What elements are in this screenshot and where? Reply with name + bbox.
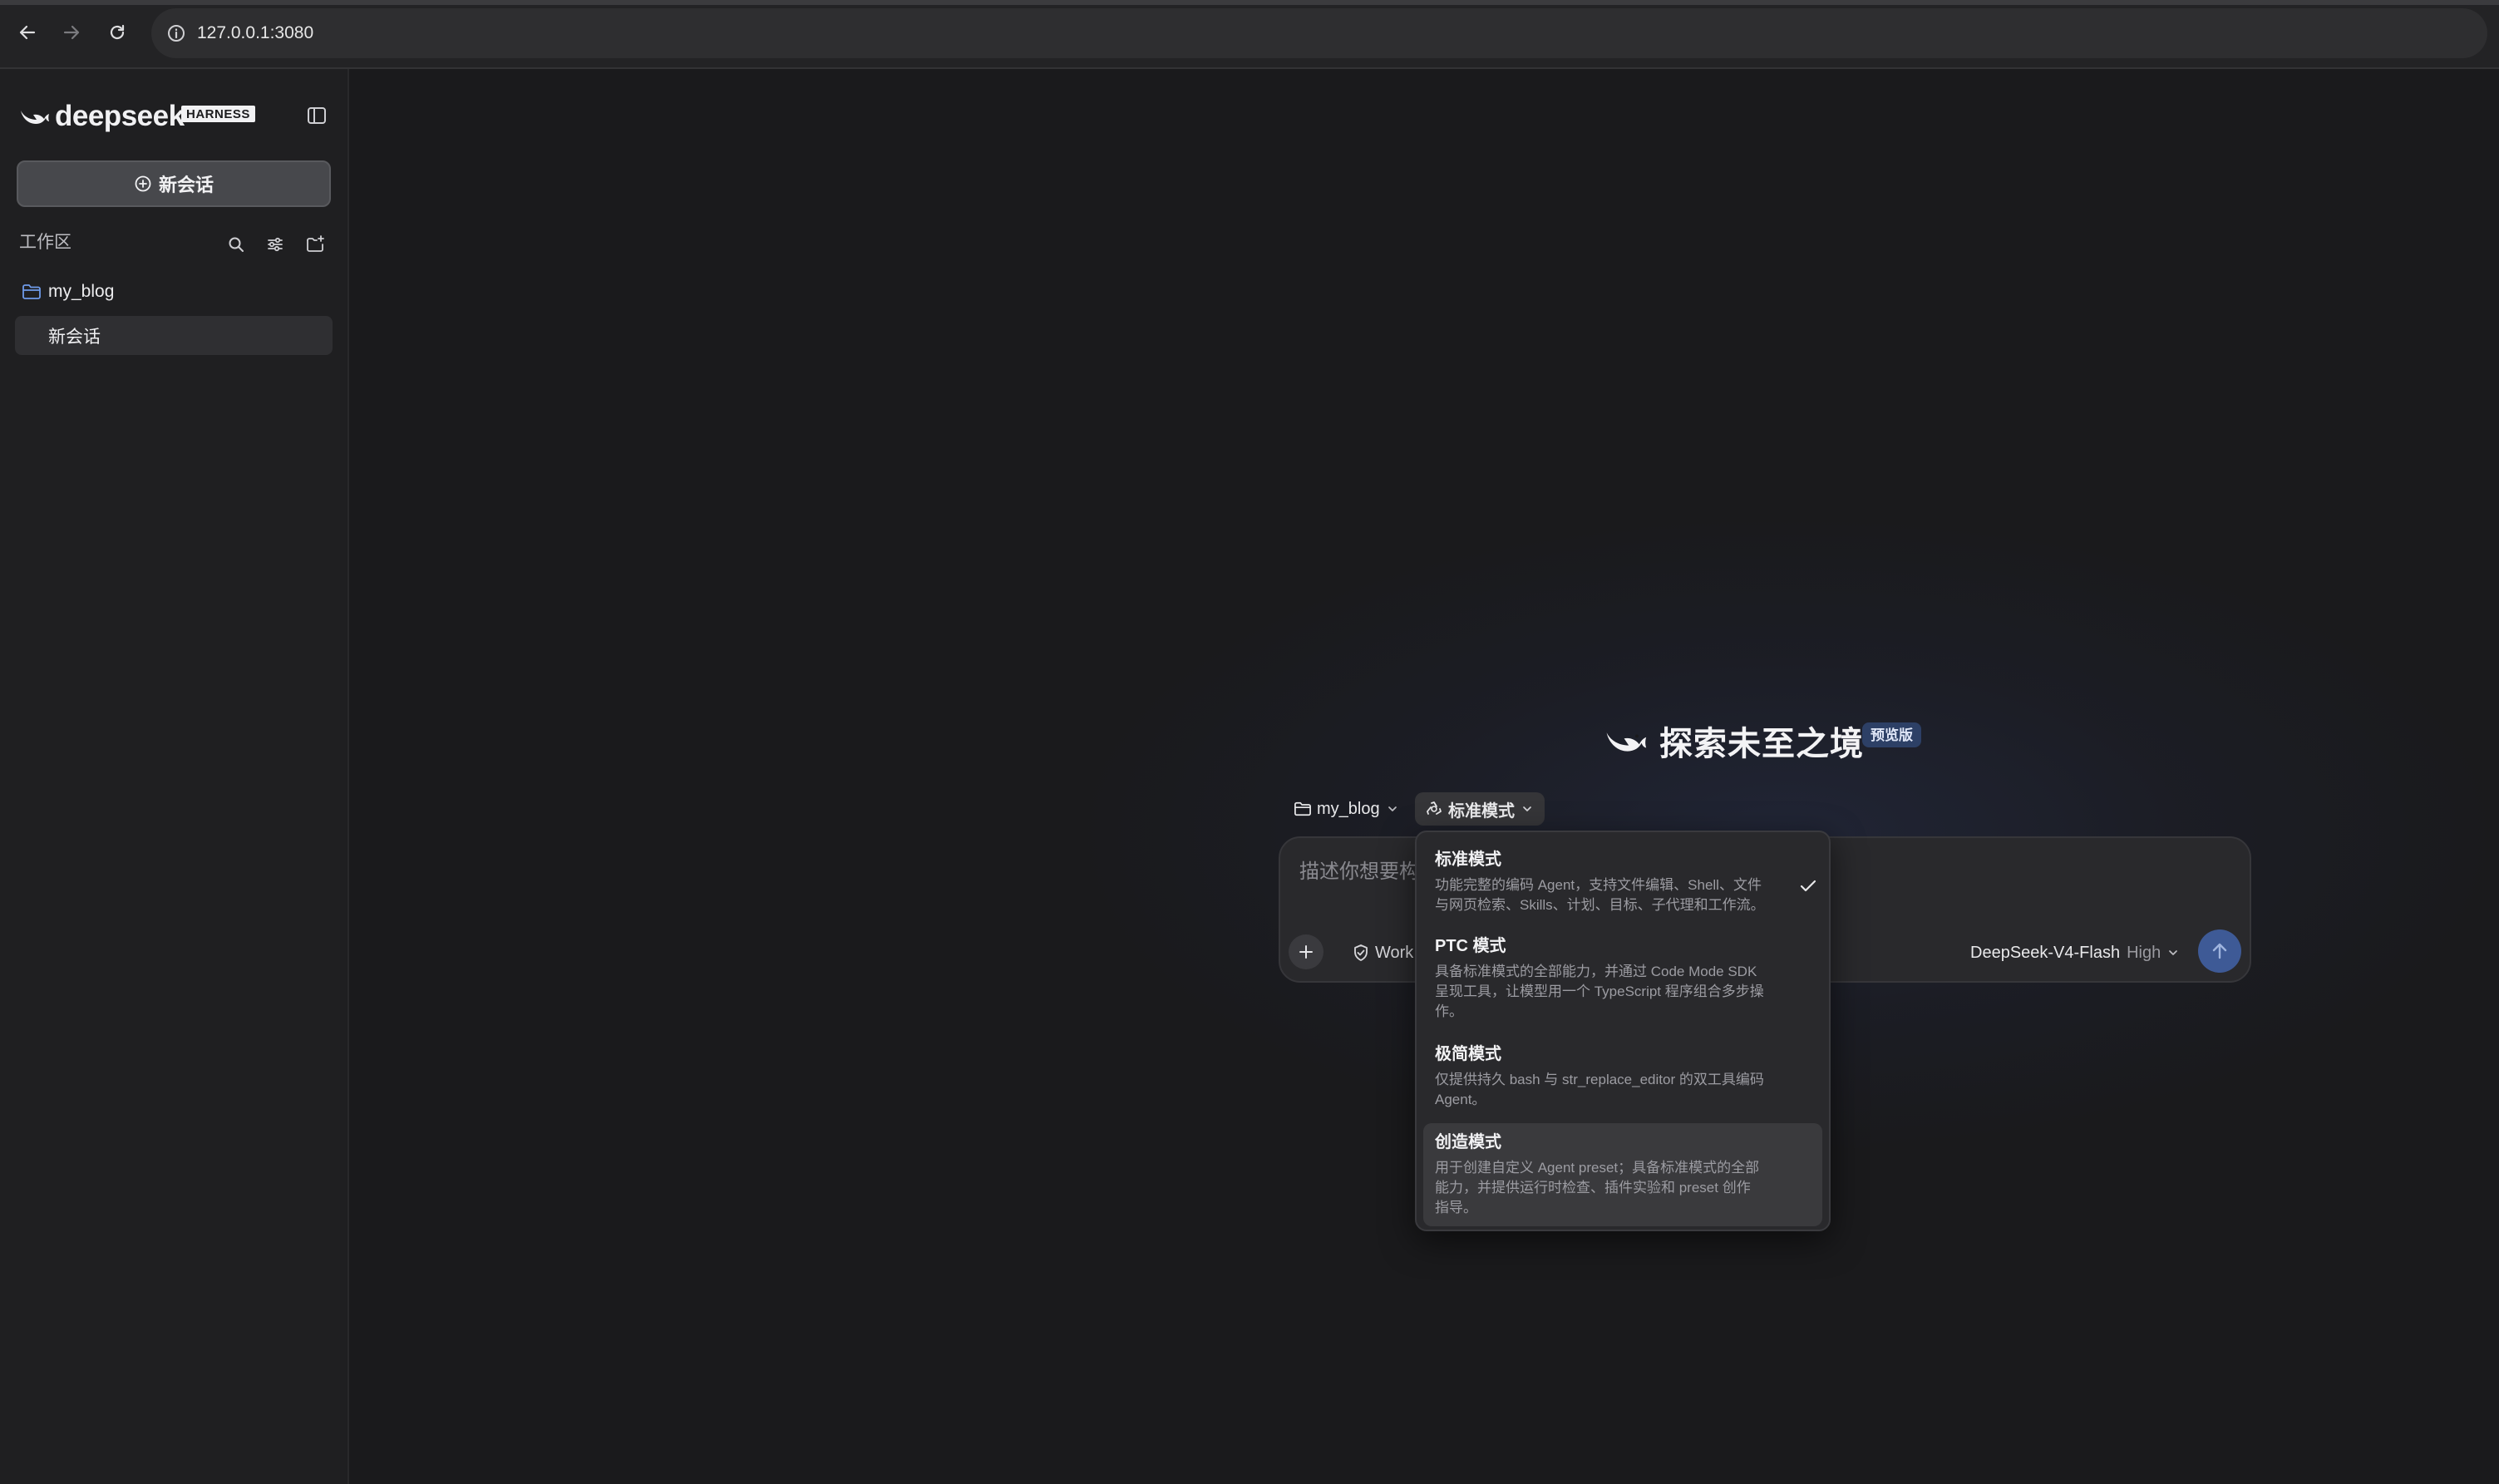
effort-level: High — [2127, 943, 2161, 962]
brand-logo: deepseek — [18, 100, 185, 133]
site-info-icon[interactable] — [163, 20, 190, 47]
mode-menu: 标准模式 功能完整的编码 Agent，支持文件编辑、Shell、文件 与网页检索… — [1415, 831, 1831, 1231]
mode-option-title: 创造模式 — [1435, 1133, 1501, 1151]
mode-option-desc: 用于创建自定义 Agent preset；具备标准模式的全部 能力，并提供运行时… — [1435, 1160, 1760, 1215]
model-name: DeepSeek-V4-Flash — [1970, 943, 2121, 962]
brand-badge: HARNESS — [181, 106, 255, 122]
folder-icon — [22, 284, 41, 299]
plus-icon — [1299, 945, 1313, 959]
plus-circle-icon — [135, 175, 151, 192]
mode-option-create[interactable]: 创造模式 用于创建自定义 Agent preset；具备标准模式的全部 能力，并… — [1423, 1123, 1822, 1226]
recycle-mode-icon — [1427, 801, 1442, 815]
folder-name: my_blog — [48, 282, 115, 301]
new-chat-label: 新会话 — [158, 175, 214, 195]
arrow-right-icon — [63, 25, 80, 40]
mode-option-title: 极简模式 — [1435, 1045, 1501, 1063]
preview-badge: 预览版 — [1862, 722, 1921, 747]
search-workspace-button[interactable] — [223, 231, 249, 258]
main-panel — [349, 69, 2499, 1484]
sliders-icon — [268, 237, 283, 252]
session-item[interactable]: 新会话 — [15, 316, 333, 355]
url-text[interactable]: 127.0.0.1:3080 — [197, 21, 313, 46]
new-chat-button[interactable]: 新会话 — [17, 160, 331, 207]
work-permission-selector[interactable]: Work — [1352, 939, 1413, 966]
whale-logo-icon — [21, 111, 49, 124]
reload-button[interactable] — [101, 17, 133, 48]
reload-icon — [110, 24, 125, 40]
mode-option-title: 标准模式 — [1435, 850, 1501, 869]
shield-check-icon — [1354, 944, 1368, 961]
search-icon — [229, 237, 244, 252]
checkmark-icon — [1800, 880, 1816, 892]
collapse-sidebar-button[interactable] — [303, 101, 331, 130]
send-button[interactable] — [2198, 929, 2241, 973]
forward-button[interactable] — [56, 17, 87, 48]
session-label: 新会话 — [48, 328, 101, 347]
browser-toolbar: 127.0.0.1:3080 — [0, 0, 2499, 69]
workspace-heading: 工作区 — [19, 233, 71, 252]
hero-heading: 探索未至之境 — [1603, 720, 1864, 762]
workspace-folder[interactable]: my_blog — [22, 279, 114, 304]
attach-button[interactable] — [1289, 934, 1323, 969]
folder-plus-icon — [307, 235, 324, 252]
mode-option-ptc[interactable]: PTC 模式 具备标准模式的全部能力，并通过 Code Mode SDK 呈现工… — [1423, 927, 1822, 1032]
hero-title: 探索未至之境 — [1659, 726, 1864, 762]
mode-option-standard[interactable]: 标准模式 功能完整的编码 Agent，支持文件编辑、Shell、文件 与网页检索… — [1423, 839, 1822, 924]
folder-selector[interactable]: my_blog — [1287, 792, 1405, 826]
chevron-down-icon — [2169, 950, 2178, 955]
filter-workspace-button[interactable] — [262, 231, 288, 258]
sidebar-toggle-icon — [308, 107, 326, 124]
address-bar[interactable] — [151, 8, 2487, 58]
mode-option-title: PTC 模式 — [1435, 937, 1506, 955]
new-folder-button[interactable] — [302, 231, 328, 258]
mode-selector[interactable]: 标准模式 — [1415, 792, 1545, 826]
mode-selector-label: 标准模式 — [1448, 801, 1515, 821]
whale-logo-icon — [1606, 732, 1647, 752]
back-button[interactable] — [12, 17, 43, 48]
folder-selector-label: my_blog — [1317, 799, 1380, 818]
mode-option-minimal[interactable]: 极简模式 仅提供持久 bash 与 str_replace_editor 的双工… — [1423, 1035, 1822, 1120]
prompt-input-placeholder[interactable]: 描述你想要构 — [1299, 855, 1419, 884]
arrow-left-icon — [19, 25, 36, 40]
mode-option-desc: 仅提供持久 bash 与 str_replace_editor 的双工具编码 A… — [1435, 1072, 1764, 1107]
folder-icon — [1294, 801, 1311, 816]
chevron-down-icon — [1523, 806, 1531, 811]
model-selector[interactable]: DeepSeek-V4-Flash High — [1970, 939, 2179, 966]
browser-tabstrip-edge — [0, 0, 2499, 5]
arrow-up-icon — [2212, 943, 2227, 959]
mode-option-desc: 具备标准模式的全部能力，并通过 Code Mode SDK 呈现工具，让模型用一… — [1435, 964, 1764, 1019]
brand-name: deepseek — [55, 100, 185, 132]
work-chip-label: Work — [1375, 943, 1414, 962]
mode-option-desc: 功能完整的编码 Agent，支持文件编辑、Shell、文件 与网页检索、Skil… — [1435, 877, 1765, 913]
chevron-down-icon — [1388, 806, 1397, 811]
